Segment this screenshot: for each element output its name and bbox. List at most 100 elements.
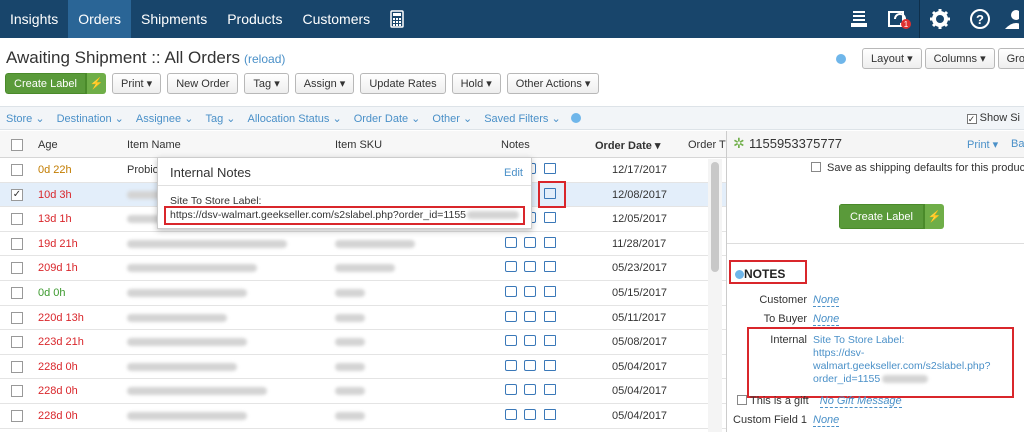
filter-store[interactable]: Store ⌄ — [0, 112, 51, 125]
row-checkbox[interactable] — [11, 164, 23, 176]
row-checkbox[interactable] — [11, 336, 23, 349]
gift-checkbox[interactable] — [737, 395, 747, 405]
panel-print-button[interactable]: Print ▾ — [967, 138, 998, 151]
help-icon[interactable]: ? — [960, 0, 1000, 38]
note-icon[interactable] — [524, 310, 536, 322]
row-checkbox[interactable] — [11, 213, 23, 226]
customer-value[interactable]: None — [813, 294, 840, 307]
edit-note-icon[interactable] — [544, 384, 556, 396]
row-checkbox[interactable] — [11, 287, 23, 299]
update-rates-button[interactable]: Update Rates — [360, 73, 446, 94]
grid-scroll-thumb[interactable] — [711, 162, 719, 272]
table-row[interactable]: 228d 0h 05/04/2017 — [0, 379, 726, 404]
edit-note-icon[interactable] — [544, 163, 556, 174]
edit-note-icon[interactable] — [544, 409, 556, 420]
edit-note-icon[interactable] — [544, 212, 556, 224]
other-actions-button[interactable]: Other Actions ▾ — [506, 73, 600, 94]
tab-customers[interactable]: Customers — [292, 0, 380, 38]
gift-message-value[interactable]: No Gift Message — [819, 395, 902, 408]
table-row[interactable]: 19d 21h 11/28/2017 — [0, 232, 726, 257]
note-icon[interactable] — [505, 236, 517, 248]
note-icon[interactable] — [524, 286, 536, 297]
note-icon[interactable] — [505, 310, 517, 322]
new-order-button[interactable]: New Order — [167, 73, 239, 94]
layout-button[interactable]: Layout ▾ — [862, 48, 922, 69]
row-checkbox[interactable] — [11, 385, 23, 398]
note-icon[interactable] — [505, 261, 517, 273]
custom-field-value[interactable]: None — [813, 414, 840, 427]
filter-saved-filters[interactable]: Saved Filters ⌄ — [478, 112, 566, 125]
col-item-name[interactable]: Item Name — [127, 139, 181, 151]
row-checkbox[interactable] — [11, 311, 23, 324]
filter-other[interactable]: Other ⌄ — [426, 112, 478, 125]
to-buyer-value[interactable]: None — [813, 313, 840, 326]
calculator-icon[interactable] — [380, 0, 414, 38]
save-default-checkbox[interactable] — [811, 162, 821, 172]
assign-button[interactable]: Assign ▾ — [294, 73, 355, 94]
reload-link[interactable]: (reload) — [244, 52, 285, 66]
sync-alert-icon[interactable]: 1 — [879, 0, 919, 38]
edit-note-icon[interactable] — [544, 359, 556, 371]
columns-button[interactable]: Columns ▾ — [924, 48, 995, 69]
create-label-button[interactable]: Create Label — [5, 73, 86, 94]
row-checkbox[interactable]: ✓ — [11, 188, 23, 201]
col-notes[interactable]: Notes — [501, 139, 530, 151]
note-icon[interactable] — [505, 359, 517, 371]
popup-edit-link[interactable]: Edit — [504, 167, 523, 179]
col-item-sku[interactable]: Item SKU — [335, 139, 382, 151]
note-icon[interactable] — [524, 261, 536, 273]
print-button[interactable]: Print ▾ — [112, 73, 162, 94]
note-icon[interactable] — [524, 335, 536, 347]
row-checkbox[interactable] — [11, 360, 23, 373]
panel-create-label-button[interactable]: Create Label — [839, 204, 924, 229]
tab-shipments[interactable]: Shipments — [131, 0, 217, 38]
filter-destination[interactable]: Destination ⌄ — [51, 112, 130, 125]
row-order-date: 11/28/2017 — [612, 237, 667, 250]
filter-assignee[interactable]: Assignee ⌄ — [130, 112, 200, 125]
filter-order-date[interactable]: Order Date ⌄ — [348, 112, 427, 125]
row-order-date: 05/11/2017 — [612, 311, 667, 324]
note-icon[interactable] — [505, 335, 517, 347]
table-row[interactable]: 228d 0h 05/04/2017 — [0, 404, 726, 429]
select-all-checkbox[interactable] — [11, 139, 23, 151]
note-icon[interactable] — [524, 236, 536, 248]
show-side-toggle[interactable]: ✓ Show Si — [966, 112, 1020, 124]
note-icon[interactable] — [505, 409, 517, 420]
edit-note-icon[interactable] — [544, 261, 556, 273]
edit-note-icon[interactable] — [544, 310, 556, 322]
user-icon[interactable] — [1000, 0, 1024, 38]
tab-products[interactable]: Products — [217, 0, 292, 38]
note-icon[interactable] — [524, 384, 536, 396]
edit-note-icon[interactable] — [544, 286, 556, 297]
panel-bolt-icon[interactable]: ⚡ — [924, 204, 944, 229]
col-order-t[interactable]: Order T — [688, 139, 726, 151]
tab-orders[interactable]: Orders — [68, 0, 132, 38]
edit-note-icon[interactable] — [544, 335, 556, 347]
panel-ba-link[interactable]: Ba — [1011, 138, 1024, 150]
table-row[interactable]: 223d 21h 05/08/2017 — [0, 330, 726, 355]
col-age[interactable]: Age — [38, 139, 58, 151]
note-icon[interactable] — [524, 409, 536, 420]
filter-allocation-status[interactable]: Allocation Status ⌄ — [241, 112, 347, 125]
table-row[interactable]: 228d 0h 05/04/2017 — [0, 355, 726, 380]
show-side-checkbox[interactable]: ✓ — [966, 114, 977, 124]
table-row[interactable]: 209d 1h 05/23/2017 — [0, 256, 726, 281]
row-checkbox[interactable] — [11, 410, 23, 422]
group-button[interactable]: Group — [997, 48, 1024, 69]
note-icon[interactable] — [505, 384, 517, 396]
filter-tag[interactable]: Tag ⌄ — [199, 112, 241, 125]
table-row[interactable]: 0d 0h 05/15/2017 — [0, 281, 726, 306]
note-icon[interactable] — [524, 359, 536, 371]
bolt-icon[interactable]: ⚡ — [86, 73, 106, 94]
queue-icon[interactable] — [839, 0, 879, 38]
tab-insights[interactable]: Insights — [0, 0, 68, 38]
table-row[interactable]: 220d 13h 05/11/2017 — [0, 306, 726, 331]
row-checkbox[interactable] — [11, 262, 23, 275]
hold-button[interactable]: Hold ▾ — [451, 73, 501, 94]
col-order-date[interactable]: Order Date ▾ — [595, 139, 660, 152]
edit-note-icon[interactable] — [544, 236, 556, 248]
note-icon[interactable] — [505, 286, 517, 297]
gear-icon[interactable] — [920, 0, 960, 38]
row-checkbox[interactable] — [11, 237, 23, 250]
tag-button[interactable]: Tag ▾ — [244, 73, 289, 94]
